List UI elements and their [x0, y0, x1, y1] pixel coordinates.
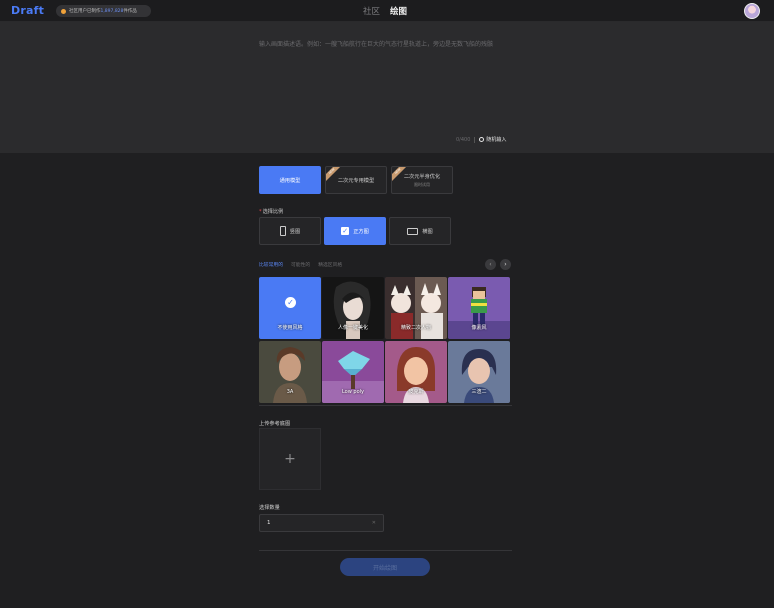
style-label: 不使用风格	[277, 325, 303, 331]
model-sub-label: 限时试用	[414, 181, 430, 187]
model-anime[interactable]: NEW 二次元专用模型	[325, 166, 387, 194]
ratio-square[interactable]: ✓ 正方图	[324, 217, 386, 245]
random-input-button[interactable]: 随机输入	[479, 136, 506, 143]
style-label: Low poly	[341, 389, 365, 395]
style-pager: ‹ ›	[485, 259, 511, 270]
model-label: 通用模型	[279, 177, 301, 184]
style-label: 像素风	[471, 325, 487, 331]
notice-suffix: 件作品	[123, 9, 137, 14]
chevron-right-icon[interactable]: ›	[500, 259, 511, 270]
style-lowpoly[interactable]: Low poly	[322, 341, 384, 403]
style-anime[interactable]: 精致二次人物	[385, 277, 447, 339]
random-input-label: 随机输入	[486, 137, 507, 143]
check-circle-icon: ✓	[285, 297, 296, 308]
upload-section-label: 上传参考底图	[259, 421, 291, 427]
tab-community[interactable]: 社区	[363, 5, 380, 17]
style-label: 3A	[286, 389, 294, 395]
ratio-horizontal[interactable]: 横图	[389, 217, 451, 245]
style-label: 三渲二	[471, 389, 487, 395]
style-toon[interactable]: 三渲二	[448, 341, 510, 403]
notice-count: 1,897,828	[100, 8, 124, 14]
style-3a[interactable]: 3A	[259, 341, 321, 403]
style-label: 精致二次人物	[400, 325, 431, 331]
ratio-section-label: *选择比例	[259, 209, 284, 215]
prompt-footer: 0/400 随机输入	[456, 136, 506, 143]
model-selector: 通用模型 NEW 二次元专用模型 NEW 二次元半身优化 限时试用	[259, 166, 453, 194]
style-grid: ✓ 不使用风格 人像一键美化 精致二次人物 像素风 3A Low poly 皮克…	[259, 277, 510, 403]
char-counter: 0/400	[456, 136, 471, 143]
style-label: 人像一键美化	[337, 325, 368, 331]
style-none[interactable]: ✓ 不使用风格	[259, 277, 321, 339]
style-portrait[interactable]: 人像一键美化	[322, 277, 384, 339]
model-anime-halfbody[interactable]: NEW 二次元半身优化 限时试用	[391, 166, 453, 194]
style-label: 皮克斯	[408, 389, 424, 395]
style-tab-possible[interactable]: 可能性的	[291, 261, 310, 268]
main-nav: 社区 绘图	[363, 5, 407, 17]
app-logo[interactable]: Draft	[11, 4, 44, 17]
quantity-input[interactable]: 1 ✕	[259, 514, 384, 532]
style-category-tabs: 比较常用的 可能性的 精选区风格	[259, 261, 342, 268]
notice-prefix: 社区用户已制作	[69, 9, 101, 14]
ratio-selector: 竖图 ✓ 正方图 横图	[259, 217, 451, 245]
chevron-left-icon[interactable]: ‹	[485, 259, 496, 270]
style-tab-featured[interactable]: 精选区风格	[318, 261, 342, 268]
top-bar: Draft 社区用户已制作 1,897,828 件作品 社区 绘图	[0, 0, 774, 22]
landscape-shape-icon	[407, 227, 419, 235]
divider	[474, 136, 476, 143]
model-label: 二次元专用模型	[337, 177, 375, 184]
ratio-vertical[interactable]: 竖图	[259, 217, 321, 245]
style-tab-common[interactable]: 比较常用的	[259, 261, 283, 268]
model-label: 二次元半身优化	[403, 173, 441, 180]
quantity-section-label: 选择数量	[259, 505, 280, 511]
divider	[259, 405, 512, 406]
start-drawing-button[interactable]: 开始绘图	[340, 558, 430, 576]
prompt-placeholder[interactable]: 输入画面描述语。例如：一艘飞船航行在巨大的气态行星轨道上，旁边是无数飞船的残骸	[259, 40, 514, 50]
portrait-shape-icon	[279, 226, 286, 236]
tab-draw[interactable]: 绘图	[390, 5, 407, 17]
clear-icon[interactable]: ✕	[372, 520, 376, 526]
style-pixel[interactable]: 像素风	[448, 277, 510, 339]
stats-notice: 社区用户已制作 1,897,828 件作品	[56, 5, 151, 17]
prompt-input-area[interactable]: 输入画面描述语。例如：一艘飞船航行在巨大的气态行星轨道上，旁边是无数飞船的残骸 …	[0, 22, 774, 153]
style-pixar[interactable]: 皮克斯	[385, 341, 447, 403]
divider	[259, 550, 512, 551]
model-general[interactable]: 通用模型	[259, 166, 321, 194]
quantity-value: 1	[267, 520, 271, 526]
upload-reference-button[interactable]: +	[259, 428, 321, 490]
avatar[interactable]	[744, 3, 760, 19]
refresh-icon	[479, 137, 485, 142]
checkbox-checked-icon: ✓	[341, 227, 350, 235]
plus-icon: +	[284, 451, 296, 467]
fire-icon	[61, 8, 66, 14]
